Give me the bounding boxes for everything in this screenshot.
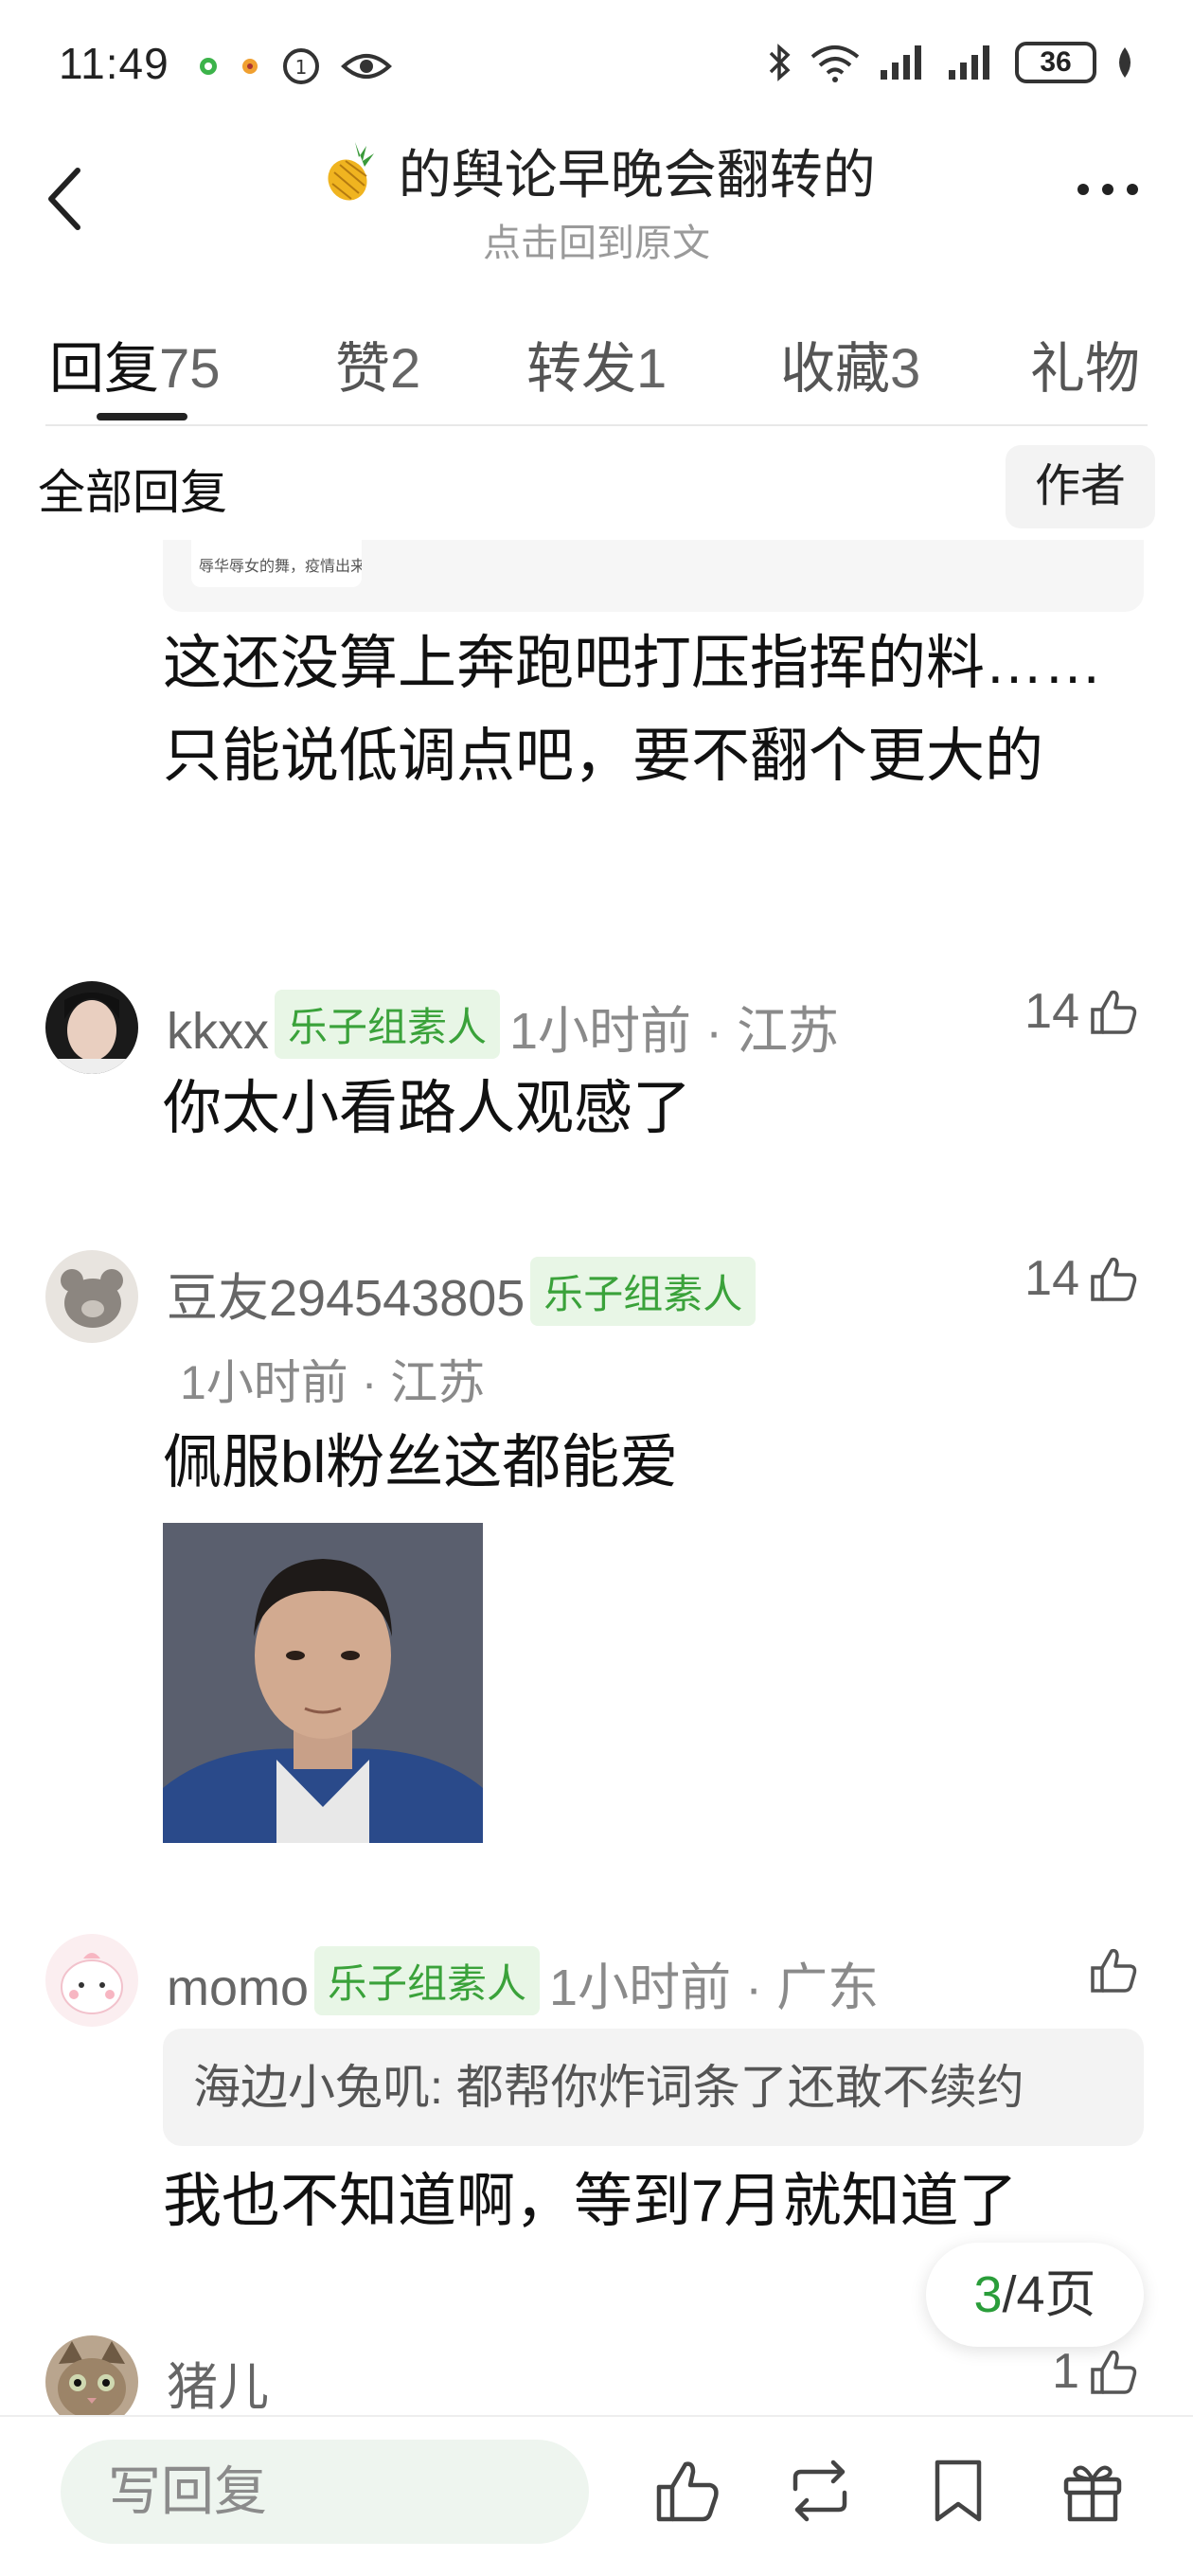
- title-bar: 的舆论早晚会翻转的 点击回到原文: [0, 133, 1193, 275]
- page-indicator[interactable]: 3/4页: [926, 2243, 1144, 2347]
- comment-meta: momo 乐子组素人 1小时前 · 广东: [167, 1945, 879, 2020]
- comment-text: 这还没算上奔跑吧打压指挥的料……只能说低调点吧，要不翻个更大的: [163, 631, 1103, 789]
- username[interactable]: 猪儿: [167, 2359, 269, 2416]
- username[interactable]: kkxx: [167, 1003, 269, 1060]
- repost-icon[interactable]: [782, 2453, 858, 2529]
- like-count: 14: [1024, 1251, 1079, 1306]
- avatar[interactable]: [45, 1934, 138, 2027]
- gift-icon[interactable]: [1055, 2453, 1131, 2529]
- leaf-icon: [1119, 47, 1131, 78]
- status-icons-right: 36: [767, 42, 1136, 83]
- status-time: 11:49: [59, 39, 169, 88]
- comment-text: 佩服bl粉丝这都能爱: [163, 1430, 679, 1495]
- battery-icon: 36: [1015, 42, 1096, 83]
- page-total: /4页: [1002, 2266, 1096, 2323]
- comment-time: 1小时前: [549, 1959, 732, 2016]
- user-badge: 乐子组素人: [275, 990, 501, 1059]
- comment-location: 广东: [776, 1959, 880, 2016]
- status-icons-left: 1: [197, 45, 392, 87]
- bottom-action-bar: 写回复: [0, 2415, 1193, 2576]
- comment-meta: kkxx 乐子组素人 1小时前 · 江苏: [167, 989, 839, 1064]
- comment-time: 1小时前: [180, 1356, 348, 1409]
- comment-meta-secondary: 1小时前 · 江苏: [180, 1356, 486, 1409]
- sync-icon: 1: [283, 48, 319, 84]
- tab-replies[interactable]: 回复75: [49, 324, 221, 403]
- avatar[interactable]: [45, 1250, 138, 1343]
- svg-text:1: 1: [295, 56, 308, 79]
- thumbs-up-icon: [1091, 1257, 1137, 1301]
- like-button[interactable]: 14: [1024, 983, 1140, 1040]
- eye-icon: [341, 54, 392, 79]
- comment-meta: 豆友294543805 乐子组素人: [167, 1256, 765, 1331]
- back-to-post-link[interactable]: 点击回到原文: [0, 212, 1193, 267]
- more-options-icon[interactable]: [1070, 170, 1146, 208]
- comment-text: 你太小看路人观感了: [163, 1076, 692, 1141]
- reply-input[interactable]: 写回复: [61, 2440, 589, 2544]
- tab-reposts[interactable]: 转发1: [526, 324, 667, 403]
- like-button[interactable]: 14: [1024, 1250, 1140, 1307]
- thumbs-up-icon: [1091, 1948, 1137, 1993]
- tab-gifts[interactable]: 礼物: [1030, 324, 1140, 403]
- title-text: 的舆论早晚会翻转的: [398, 145, 876, 205]
- user-badge: 乐子组素人: [314, 1946, 541, 2015]
- filter-row: 全部回复 作者: [38, 445, 1155, 530]
- like-button[interactable]: 1: [1052, 2343, 1140, 2400]
- filter-all-replies[interactable]: 全部回复: [38, 455, 227, 523]
- like-count: 14: [1024, 984, 1079, 1039]
- like-button[interactable]: [1087, 1943, 1140, 1996]
- comment-image[interactable]: [163, 1523, 483, 1843]
- quoted-content-stub[interactable]: 辱华辱女的舞，疫情出来跳: [163, 540, 1144, 612]
- tab-collections[interactable]: 收藏3: [780, 324, 920, 403]
- thumbs-up-icon: [1091, 2350, 1137, 2394]
- status-bar: 11:49 1 36: [0, 0, 1193, 133]
- comment-meta: 猪儿: [167, 2345, 269, 2420]
- comment-text: 我也不知道啊，等到7月就知道了: [163, 2169, 1018, 2234]
- comment-location: 江苏: [390, 1356, 486, 1409]
- like-count: 1: [1052, 2344, 1079, 2399]
- active-tab-indicator: [97, 413, 187, 420]
- wifi-icon: [810, 45, 860, 82]
- quoted-reply[interactable]: 海边小兔叽: 都帮你炸词条了还敢不续约: [163, 2029, 1144, 2146]
- page-title[interactable]: 的舆论早晚会翻转的: [0, 133, 1193, 209]
- username[interactable]: 豆友294543805: [167, 1270, 525, 1327]
- comment-time: 1小时前: [509, 1003, 692, 1060]
- page-current: 3: [973, 2266, 1003, 2323]
- wechat-icon: [200, 58, 217, 75]
- quoted-thumbnail: 辱华辱女的舞，疫情出来跳: [191, 540, 362, 587]
- bluetooth-icon: [769, 44, 791, 81]
- comment-location: 江苏: [737, 1003, 840, 1060]
- like-post-icon[interactable]: [650, 2453, 725, 2529]
- signal-icon: [949, 45, 989, 80]
- tab-likes[interactable]: 赞2: [335, 324, 420, 403]
- signal-icon: [881, 45, 921, 80]
- user-badge: 乐子组素人: [530, 1257, 757, 1326]
- pineapple-icon: [328, 142, 375, 201]
- tabs: 回复75 赞2 转发1 收藏3 礼物: [45, 303, 1148, 426]
- filter-author-button[interactable]: 作者: [1006, 445, 1155, 528]
- avatar[interactable]: [45, 981, 138, 1074]
- bookmark-icon[interactable]: [920, 2453, 996, 2529]
- notification-dot-icon: [242, 59, 258, 74]
- thumbs-up-icon: [1091, 990, 1137, 1034]
- username[interactable]: momo: [167, 1959, 309, 2016]
